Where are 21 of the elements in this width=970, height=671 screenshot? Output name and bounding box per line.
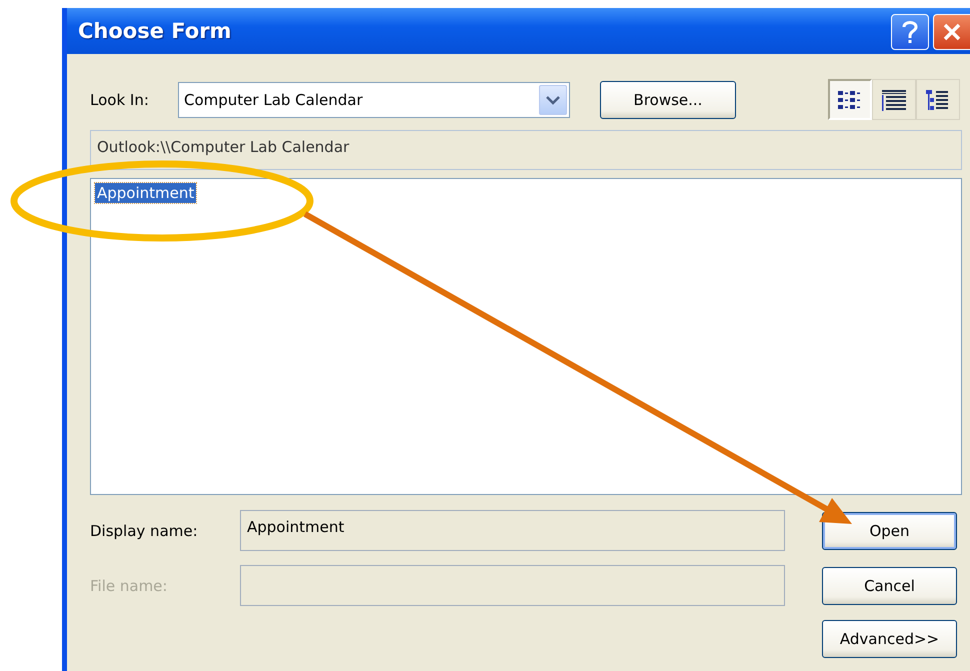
help-button[interactable] bbox=[891, 14, 929, 50]
file-name-label: File name: bbox=[90, 576, 168, 594]
list-item[interactable]: Appointment bbox=[95, 183, 196, 203]
close-button[interactable] bbox=[933, 14, 970, 50]
tree-view-button[interactable] bbox=[916, 79, 960, 120]
advanced-button[interactable]: Advanced>> bbox=[822, 620, 957, 658]
window-title: Choose Form bbox=[78, 19, 232, 43]
display-name-field[interactable]: Appointment bbox=[240, 510, 785, 551]
list-view-button[interactable] bbox=[828, 79, 872, 120]
open-button[interactable]: Open bbox=[822, 512, 957, 550]
cancel-button[interactable]: Cancel bbox=[822, 566, 957, 604]
table-icon bbox=[880, 88, 908, 112]
details-view-button[interactable] bbox=[872, 79, 916, 120]
display-name-label: Display name: bbox=[90, 522, 199, 540]
look-in-label: Look In: bbox=[90, 90, 150, 108]
look-in-dropdown[interactable]: Computer Lab Calendar bbox=[178, 82, 570, 118]
close-icon bbox=[942, 22, 962, 42]
path-field: Outlook:\\Computer Lab Calendar bbox=[90, 130, 962, 170]
browse-button[interactable]: Browse... bbox=[600, 80, 736, 118]
chevron-down-icon bbox=[545, 94, 561, 106]
question-mark-icon bbox=[900, 19, 920, 45]
